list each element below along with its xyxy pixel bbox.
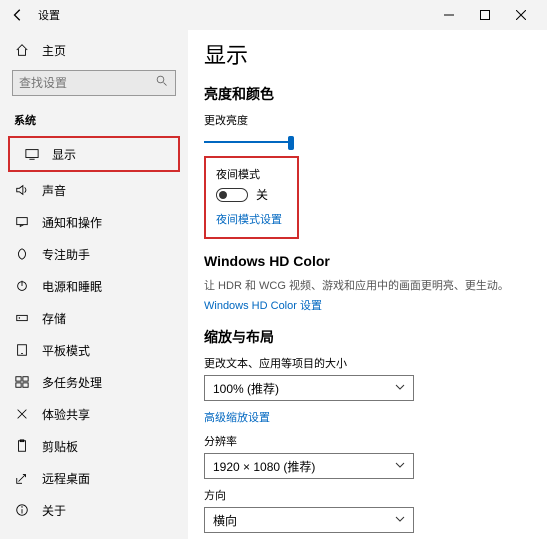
- textsize-select[interactable]: 100% (推荐): [204, 375, 414, 401]
- toggle-state: 关: [256, 186, 268, 203]
- sidebar-item-focus[interactable]: 专注助手: [0, 238, 188, 270]
- night-settings-link[interactable]: 夜间模式设置: [216, 211, 287, 227]
- sidebar-item-tablet[interactable]: 平板模式: [0, 334, 188, 366]
- hdcolor-link[interactable]: Windows HD Color 设置: [204, 297, 525, 313]
- resolution-select[interactable]: 1920 × 1080 (推荐): [204, 453, 414, 479]
- sidebar-section-label: 系统: [0, 106, 188, 134]
- multitask-icon: [14, 374, 30, 390]
- sidebar-item-storage[interactable]: 存储: [0, 302, 188, 334]
- back-button[interactable]: [8, 5, 28, 25]
- about-icon: [14, 502, 30, 518]
- sidebar-item-clipboard[interactable]: 剪贴板: [0, 430, 188, 462]
- section-scale: 缩放与布局: [204, 327, 525, 347]
- sidebar: 主页 系统 显示 声音 通知和操作 专注助手: [0, 30, 188, 539]
- sidebar-item-remote[interactable]: 远程桌面: [0, 462, 188, 494]
- orientation-label: 方向: [204, 487, 525, 503]
- sidebar-item-label: 体验共享: [42, 406, 90, 423]
- home-icon: [14, 42, 30, 58]
- sidebar-item-label: 存储: [42, 310, 66, 327]
- orientation-select[interactable]: 横向: [204, 507, 414, 533]
- textsize-value: 100% (推荐): [213, 380, 279, 397]
- remote-icon: [14, 470, 30, 486]
- page-title: 显示: [204, 38, 525, 70]
- sidebar-item-label: 多任务处理: [42, 374, 102, 391]
- minimize-button[interactable]: [431, 1, 467, 29]
- sound-icon: [14, 182, 30, 198]
- sidebar-item-label: 平板模式: [42, 342, 90, 359]
- sidebar-item-multitask[interactable]: 多任务处理: [0, 366, 188, 398]
- sidebar-item-label: 显示: [52, 146, 76, 163]
- sidebar-item-label: 剪贴板: [42, 438, 78, 455]
- night-label: 夜间模式: [216, 166, 287, 182]
- sidebar-item-label: 声音: [42, 182, 66, 199]
- hdcolor-desc: 让 HDR 和 WCG 视频、游戏和应用中的画面更明亮、更生动。: [204, 277, 525, 293]
- sidebar-item-label: 远程桌面: [42, 470, 90, 487]
- titlebar: 设置: [0, 0, 547, 30]
- search-input[interactable]: [12, 70, 176, 96]
- textsize-label: 更改文本、应用等项目的大小: [204, 355, 525, 371]
- sidebar-item-display[interactable]: 显示: [10, 138, 178, 170]
- content-area: 显示 亮度和颜色 更改亮度 夜间模式 关 夜间模式设置 Windows HD C…: [188, 30, 547, 539]
- focus-icon: [14, 246, 30, 262]
- display-icon: [24, 146, 40, 162]
- search-icon: [156, 75, 168, 90]
- home-button[interactable]: 主页: [0, 36, 188, 64]
- highlight-display: 显示: [8, 136, 180, 172]
- night-toggle[interactable]: 关: [216, 186, 287, 203]
- section-hdcolor: Windows HD Color: [204, 253, 525, 269]
- chevron-down-icon: [395, 513, 405, 527]
- maximize-button[interactable]: [467, 1, 503, 29]
- power-icon: [14, 278, 30, 294]
- advanced-scale-link[interactable]: 高级缩放设置: [204, 409, 525, 425]
- sidebar-item-notifications[interactable]: 通知和操作: [0, 206, 188, 238]
- sidebar-item-label: 专注助手: [42, 246, 90, 263]
- clipboard-icon: [14, 438, 30, 454]
- resolution-label: 分辨率: [204, 433, 525, 449]
- sidebar-item-label: 通知和操作: [42, 214, 102, 231]
- sidebar-item-shared[interactable]: 体验共享: [0, 398, 188, 430]
- window-title: 设置: [38, 7, 60, 23]
- storage-icon: [14, 310, 30, 326]
- brightness-label: 更改亮度: [204, 112, 525, 128]
- close-button[interactable]: [503, 1, 539, 29]
- brightness-slider[interactable]: [204, 132, 294, 152]
- chevron-down-icon: [395, 381, 405, 395]
- chevron-down-icon: [395, 459, 405, 473]
- sidebar-item-power[interactable]: 电源和睡眠: [0, 270, 188, 302]
- resolution-value: 1920 × 1080 (推荐): [213, 458, 315, 475]
- section-brightness: 亮度和颜色: [204, 84, 525, 104]
- tablet-icon: [14, 342, 30, 358]
- sidebar-item-label: 电源和睡眠: [42, 278, 102, 295]
- home-label: 主页: [42, 42, 66, 59]
- sidebar-item-sound[interactable]: 声音: [0, 174, 188, 206]
- sidebar-item-label: 关于: [42, 502, 66, 519]
- notifications-icon: [14, 214, 30, 230]
- sidebar-item-about[interactable]: 关于: [0, 494, 188, 526]
- orientation-value: 横向: [213, 512, 237, 529]
- share-icon: [14, 406, 30, 422]
- highlight-night: 夜间模式 关 夜间模式设置: [204, 156, 299, 239]
